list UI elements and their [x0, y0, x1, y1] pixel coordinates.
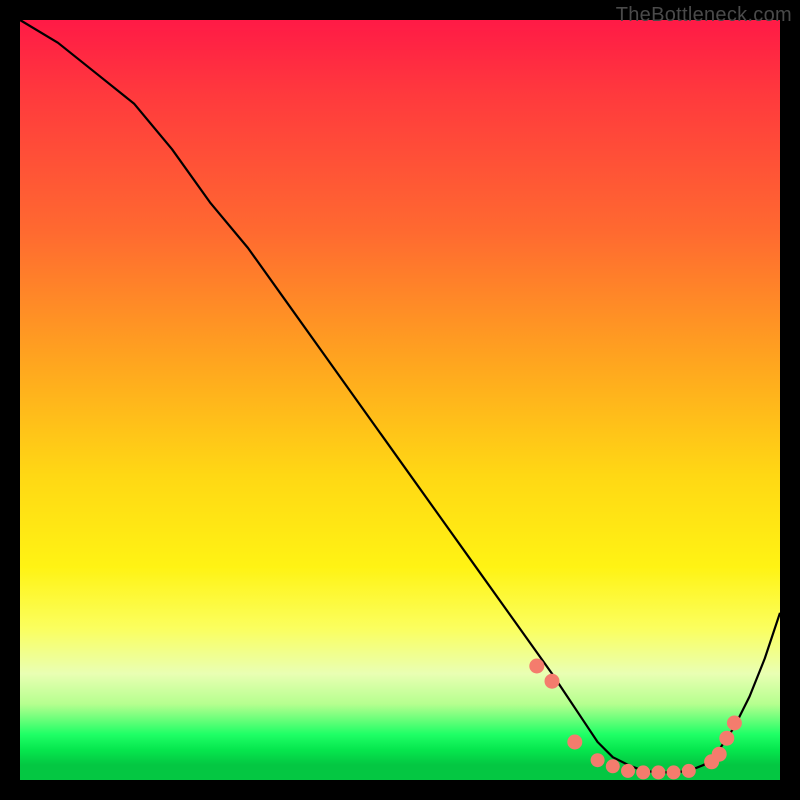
valley-dot	[667, 765, 681, 779]
valley-dot	[529, 659, 544, 674]
valley-dot	[719, 731, 734, 746]
valley-dot	[567, 735, 582, 750]
chart-svg	[20, 20, 780, 780]
valley-dot	[591, 753, 605, 767]
valley-dot	[727, 716, 742, 731]
valley-marker-dots	[529, 659, 742, 780]
valley-dot	[651, 765, 665, 779]
watermark-text: TheBottleneck.com	[616, 4, 792, 27]
plot-area	[20, 20, 780, 780]
valley-dot	[545, 674, 560, 689]
valley-dot	[682, 764, 696, 778]
valley-dot	[606, 759, 620, 773]
valley-dot	[621, 764, 635, 778]
valley-dot	[712, 747, 727, 762]
bottleneck-curve	[20, 20, 780, 772]
chart-frame: TheBottleneck.com	[0, 0, 800, 800]
valley-dot	[636, 765, 650, 779]
